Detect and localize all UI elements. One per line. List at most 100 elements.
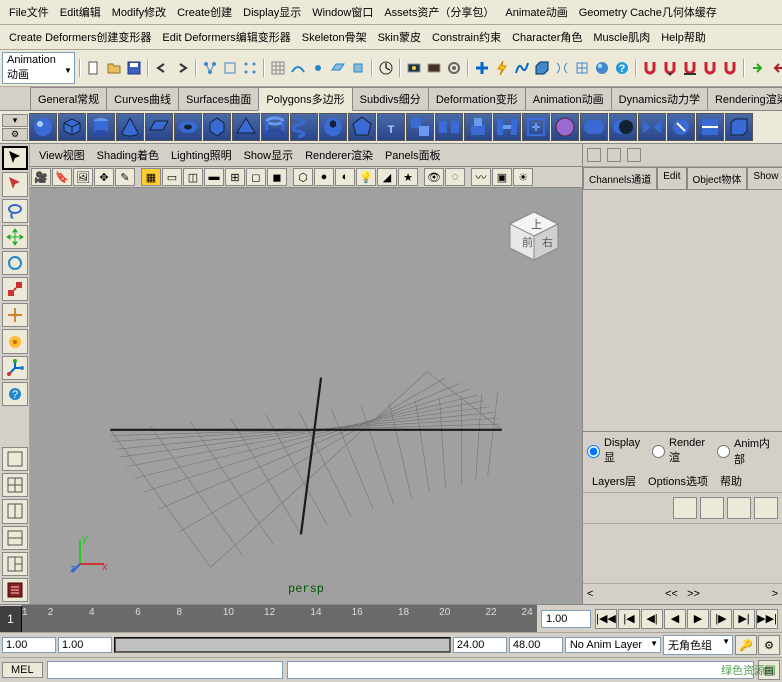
menu-create-deformers[interactable]: Create Deformers创建变形器 xyxy=(4,27,156,47)
ipr-render-icon[interactable] xyxy=(425,58,443,78)
poly-type-icon[interactable]: T xyxy=(377,113,405,141)
menu-geocache[interactable]: Geometry Cache几何体缓存 xyxy=(574,2,722,22)
bridge-icon[interactable] xyxy=(493,113,521,141)
poly-helix-icon[interactable] xyxy=(290,113,318,141)
manipulator-tool-icon[interactable] xyxy=(2,303,28,327)
poly-sphere-icon[interactable] xyxy=(29,113,57,141)
menu-animate[interactable]: Animate动画 xyxy=(500,2,572,22)
viewport-3d[interactable]: 前 右 上 y x z persp xyxy=(30,188,582,604)
anim-start-field[interactable] xyxy=(2,637,56,653)
select-tool-icon[interactable] xyxy=(2,146,28,170)
smooth-shade-icon[interactable]: ● xyxy=(314,168,334,186)
render-frame-icon[interactable] xyxy=(405,58,423,78)
layer-menu-help[interactable]: 帮助 xyxy=(715,472,747,490)
menu-create[interactable]: Create创建 xyxy=(172,2,237,22)
poly-soccer-icon[interactable] xyxy=(319,113,347,141)
poly-cube-icon[interactable] xyxy=(58,113,86,141)
exposure-icon[interactable]: ☀ xyxy=(513,168,533,186)
align-center-icon[interactable] xyxy=(607,148,621,162)
last-tool-icon[interactable]: ? xyxy=(2,382,28,406)
sculpt-icon[interactable] xyxy=(667,113,695,141)
viewport-render-icon[interactable]: ▣ xyxy=(492,168,512,186)
snap-curve-icon[interactable] xyxy=(289,58,307,78)
snap-plane-icon[interactable] xyxy=(329,58,347,78)
gate-mask-icon[interactable]: ▬ xyxy=(204,168,224,186)
playback-prefs-icon[interactable]: ⚙ xyxy=(758,635,780,655)
script-editor-icon[interactable]: ▤ xyxy=(758,660,780,680)
four-pane-icon[interactable] xyxy=(2,473,28,497)
select-camera-icon[interactable]: 🎥 xyxy=(31,168,51,186)
tab-channels[interactable]: Channels通道 xyxy=(583,167,657,189)
snap-grid-icon[interactable] xyxy=(269,58,287,78)
new-empty-layer-icon[interactable] xyxy=(727,497,751,519)
new-layer-selected-icon[interactable] xyxy=(754,497,778,519)
command-input[interactable] xyxy=(47,661,283,679)
tab-object[interactable]: Object物体 xyxy=(687,167,748,189)
menu-modify[interactable]: Modify修改 xyxy=(107,2,171,22)
surface-icon[interactable] xyxy=(533,58,551,78)
move-layer-down-icon[interactable] xyxy=(700,497,724,519)
align-left-icon[interactable] xyxy=(587,148,601,162)
step-back-key-icon[interactable]: |◀ xyxy=(618,609,640,629)
input-on-icon[interactable] xyxy=(749,58,767,78)
snap-point-icon[interactable] xyxy=(309,58,327,78)
step-forward-key-icon[interactable]: ▶| xyxy=(733,609,755,629)
two-pane-stack-icon[interactable] xyxy=(2,526,28,550)
playback-start-field[interactable] xyxy=(58,637,112,653)
sphere-shaded-icon[interactable] xyxy=(593,58,611,78)
align-right-icon[interactable] xyxy=(627,148,641,162)
help-icon[interactable]: ? xyxy=(613,58,631,78)
autokey-icon[interactable]: 🔑 xyxy=(735,635,757,655)
xray-icon[interactable]: ◌ xyxy=(445,168,465,186)
bookmark-icon[interactable]: 🔖 xyxy=(52,168,72,186)
menu-skeleton[interactable]: Skeleton骨架 xyxy=(297,27,372,47)
poly-cone-icon[interactable] xyxy=(116,113,144,141)
view-menu-panels[interactable]: Panels面板 xyxy=(380,146,446,164)
view-cube[interactable]: 前 右 上 xyxy=(504,206,564,266)
character-set-dropdown[interactable]: 无角色组 xyxy=(663,635,733,655)
magnet-4-icon[interactable] xyxy=(701,58,719,78)
shelf-tab-deformation[interactable]: Deformation变形 xyxy=(428,87,526,110)
open-scene-icon[interactable] xyxy=(105,58,123,78)
play-backward-icon[interactable]: ◀ xyxy=(664,609,686,629)
view-menu-lighting[interactable]: Lighting照明 xyxy=(166,146,237,164)
layer-radio-anim[interactable] xyxy=(717,445,730,458)
single-pane-icon[interactable] xyxy=(2,447,28,471)
lasso-tool-icon[interactable] xyxy=(2,172,28,196)
select-by-hierarchy-icon[interactable] xyxy=(201,58,219,78)
isolate-icon[interactable]: 👁 xyxy=(424,168,444,186)
range-slider[interactable] xyxy=(114,637,451,653)
language-label[interactable]: MEL xyxy=(2,662,43,678)
step-forward-frame-icon[interactable]: |▶ xyxy=(710,609,732,629)
mirror-icon[interactable] xyxy=(638,113,666,141)
history-on-icon[interactable] xyxy=(377,58,395,78)
menu-display[interactable]: Display显示 xyxy=(238,2,306,22)
render-settings-icon[interactable] xyxy=(445,58,463,78)
scale-tool-icon[interactable] xyxy=(2,277,28,301)
shelf-tab-animation[interactable]: Animation动画 xyxy=(525,87,612,110)
anim-end-field[interactable] xyxy=(509,637,563,653)
field-chart-icon[interactable]: ⊞ xyxy=(225,168,245,186)
textured-icon[interactable]: ◐ xyxy=(335,168,355,186)
layer-scroll-left[interactable]: < xyxy=(587,588,593,600)
poly-prism-icon[interactable] xyxy=(203,113,231,141)
smooth-icon[interactable] xyxy=(551,113,579,141)
curve-tool-icon[interactable] xyxy=(513,58,531,78)
magnet-3-icon[interactable] xyxy=(681,58,699,78)
poly-pipe-icon[interactable] xyxy=(261,113,289,141)
append-icon[interactable] xyxy=(522,113,550,141)
anim-layer-dropdown[interactable]: No Anim Layer xyxy=(565,637,661,653)
resolution-gate-icon[interactable]: ◫ xyxy=(183,168,203,186)
2d-pan-icon[interactable]: ✥ xyxy=(94,168,114,186)
high-quality-icon[interactable]: ★ xyxy=(398,168,418,186)
playback-end-field[interactable] xyxy=(453,637,507,653)
layer-menu-options[interactable]: Options选项 xyxy=(643,472,713,490)
time-ruler[interactable]: 1 2 4 6 8 10 12 14 16 18 20 22 24 xyxy=(22,605,537,632)
tab-edit[interactable]: Edit xyxy=(657,167,686,189)
shadows-icon[interactable]: ◢ xyxy=(377,168,397,186)
outliner-pane-icon[interactable] xyxy=(2,578,28,602)
shelf-tab-surfaces[interactable]: Surfaces曲面 xyxy=(178,87,259,110)
current-frame-marker[interactable]: 1 xyxy=(0,606,22,632)
wireframe-icon[interactable]: ⬡ xyxy=(293,168,313,186)
shelf-edit-icon[interactable]: ⚙ xyxy=(2,128,28,141)
